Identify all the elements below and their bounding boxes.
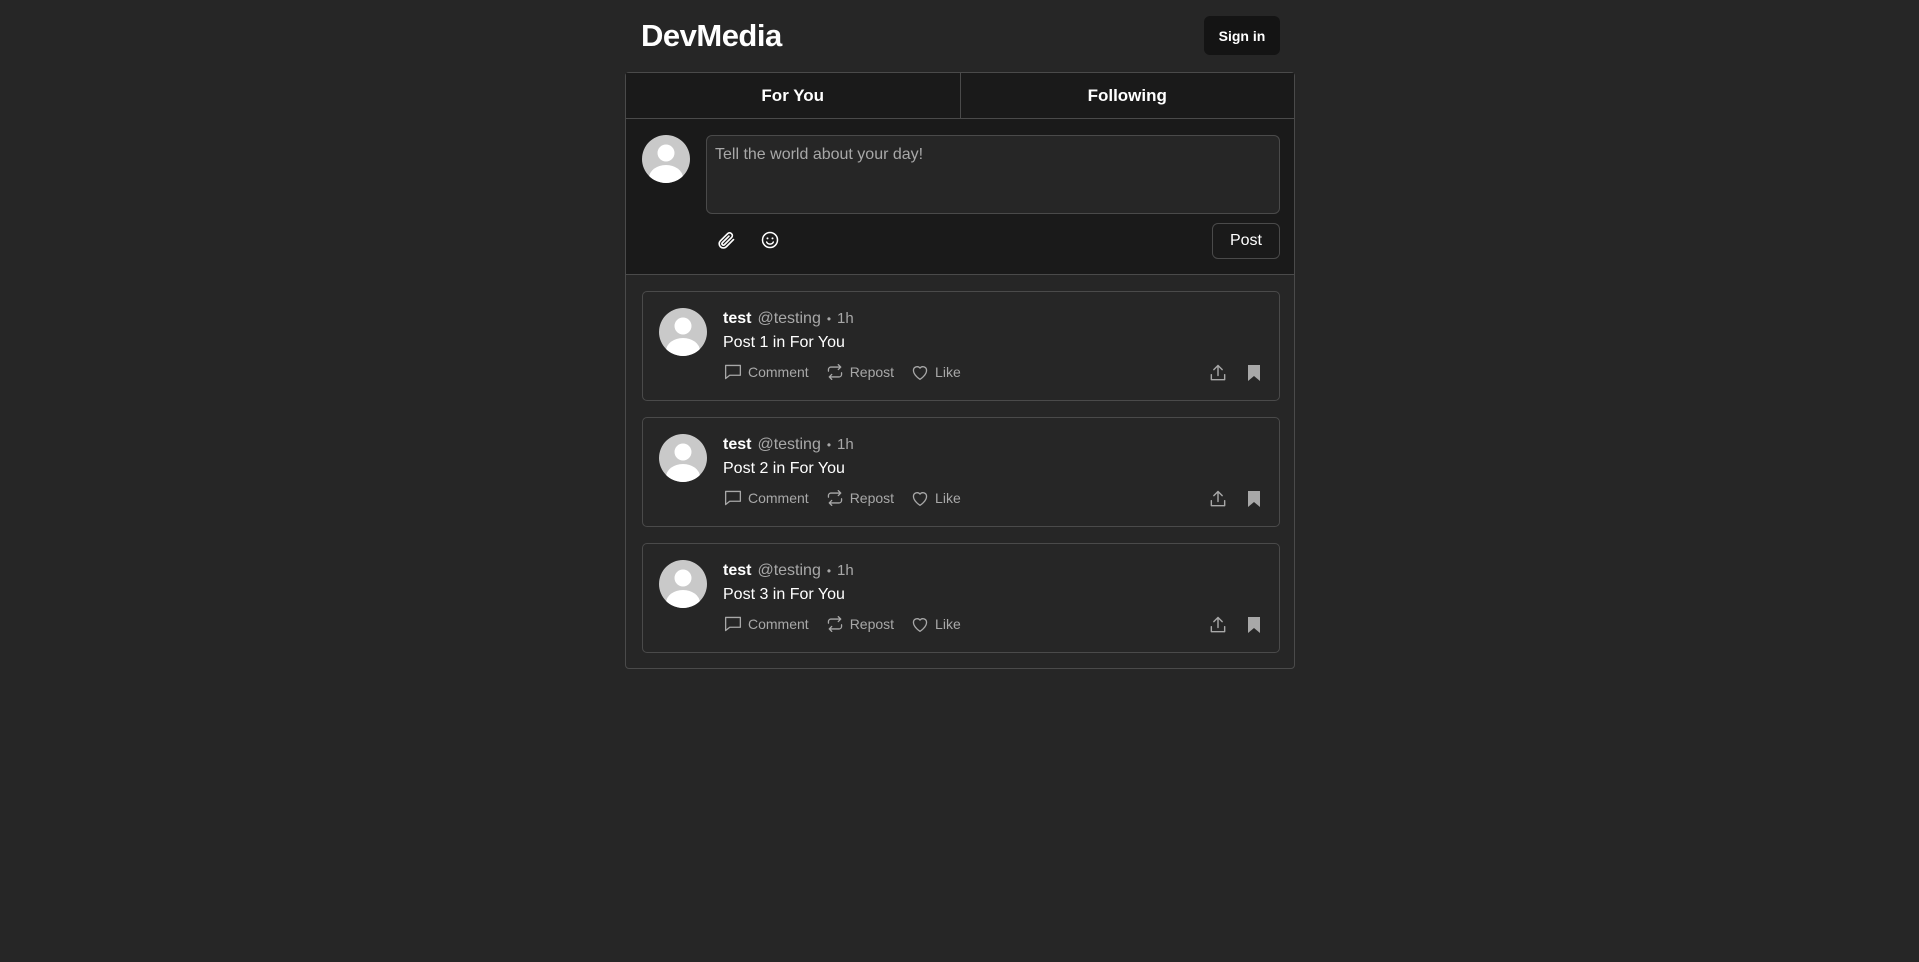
repost-label: Repost: [849, 490, 895, 506]
bookmark-button[interactable]: [1243, 614, 1265, 636]
share-button[interactable]: [1207, 488, 1229, 510]
bookmark-icon: [1248, 617, 1260, 633]
post-card[interactable]: test @testing • 1h Post 2 in For You Commen…: [642, 417, 1280, 527]
comment-label: Comment: [748, 364, 809, 380]
like-label: Like: [935, 490, 961, 506]
share-icon: [1210, 616, 1226, 633]
comment-button[interactable]: Comment: [723, 363, 809, 381]
paperclip-icon: [718, 232, 735, 249]
like-button[interactable]: Like: [910, 615, 961, 633]
comment-icon: [724, 490, 742, 506]
user-silhouette-icon: [666, 317, 700, 356]
comment-label: Comment: [748, 616, 809, 632]
post-author[interactable]: test: [723, 310, 751, 327]
post-avatar[interactable]: [659, 560, 707, 608]
comment-icon: [724, 616, 742, 632]
post-handle[interactable]: @testing: [757, 436, 820, 453]
post-avatar[interactable]: [659, 434, 707, 482]
user-silhouette-icon: [666, 569, 700, 608]
attach-button[interactable]: [712, 226, 740, 254]
bookmark-icon: [1248, 491, 1260, 507]
bookmark-button[interactable]: [1243, 488, 1265, 510]
repost-icon: [827, 615, 842, 633]
tab-for-you[interactable]: For You: [626, 73, 960, 118]
post-header: test @testing • 1h: [723, 562, 854, 580]
bookmark-icon: [1248, 365, 1260, 381]
share-icon: [1210, 364, 1226, 381]
page: DevMedia Sign in For You Following Tell …: [0, 0, 1919, 962]
post-author[interactable]: test: [723, 562, 751, 579]
post-handle[interactable]: @testing: [757, 310, 820, 327]
post-body: Post 1 in For You: [723, 334, 845, 351]
main-panel: For You Following Tell the world about y…: [625, 72, 1295, 669]
post-time: 1h: [837, 310, 854, 327]
repost-button[interactable]: Repost: [825, 363, 894, 381]
heart-icon: [912, 618, 928, 633]
composer-avatar: [642, 135, 690, 183]
top-bar: DevMedia Sign in: [625, 12, 1280, 60]
like-label: Like: [935, 616, 961, 632]
comment-button[interactable]: Comment: [723, 489, 809, 507]
bookmark-button[interactable]: [1243, 362, 1265, 384]
post-author[interactable]: test: [723, 436, 751, 453]
smiley-icon: [761, 231, 779, 249]
post-button[interactable]: Post: [1212, 223, 1280, 259]
like-label: Like: [935, 364, 961, 380]
repost-button[interactable]: Repost: [825, 615, 894, 633]
post-avatar[interactable]: [659, 308, 707, 356]
post-feed: test @testing • 1h Post 1 in For You Commen…: [642, 291, 1280, 669]
post-composer: Post: [626, 119, 1294, 275]
share-button[interactable]: [1207, 362, 1229, 384]
compose-input[interactable]: [706, 135, 1280, 214]
separator-dot: •: [826, 312, 832, 326]
repost-icon: [827, 489, 842, 507]
post-card[interactable]: test @testing • 1h Post 3 in For You Commen…: [642, 543, 1280, 653]
feed-tabs: For You Following: [626, 73, 1294, 119]
like-button[interactable]: Like: [910, 489, 961, 507]
heart-icon: [912, 492, 928, 507]
post-body: Post 2 in For You: [723, 460, 845, 477]
post-actions: Comment Repost Like: [723, 363, 977, 381]
tab-following[interactable]: Following: [959, 73, 1294, 118]
separator-dot: •: [826, 564, 832, 578]
post-header: test @testing • 1h: [723, 436, 854, 454]
post-card[interactable]: test @testing • 1h Post 1 in For You Commen…: [642, 291, 1280, 401]
post-handle[interactable]: @testing: [757, 562, 820, 579]
comment-label: Comment: [748, 490, 809, 506]
heart-icon: [912, 366, 928, 381]
emoji-button[interactable]: [756, 226, 784, 254]
repost-label: Repost: [849, 616, 895, 632]
comment-icon: [724, 364, 742, 380]
comment-button[interactable]: Comment: [723, 615, 809, 633]
repost-label: Repost: [849, 364, 895, 380]
user-silhouette-icon: [649, 144, 683, 183]
post-time: 1h: [837, 562, 854, 579]
share-button[interactable]: [1207, 614, 1229, 636]
sign-in-button[interactable]: Sign in: [1204, 16, 1280, 55]
post-actions: Comment Repost Like: [723, 615, 977, 633]
share-icon: [1210, 490, 1226, 507]
post-actions: Comment Repost Like: [723, 489, 977, 507]
repost-icon: [827, 363, 842, 381]
repost-button[interactable]: Repost: [825, 489, 894, 507]
like-button[interactable]: Like: [910, 363, 961, 381]
user-silhouette-icon: [666, 443, 700, 482]
separator-dot: •: [826, 438, 832, 452]
brand-logo[interactable]: DevMedia: [641, 18, 782, 54]
post-body: Post 3 in For You: [723, 586, 845, 603]
post-time: 1h: [837, 436, 854, 453]
post-header: test @testing • 1h: [723, 310, 854, 328]
